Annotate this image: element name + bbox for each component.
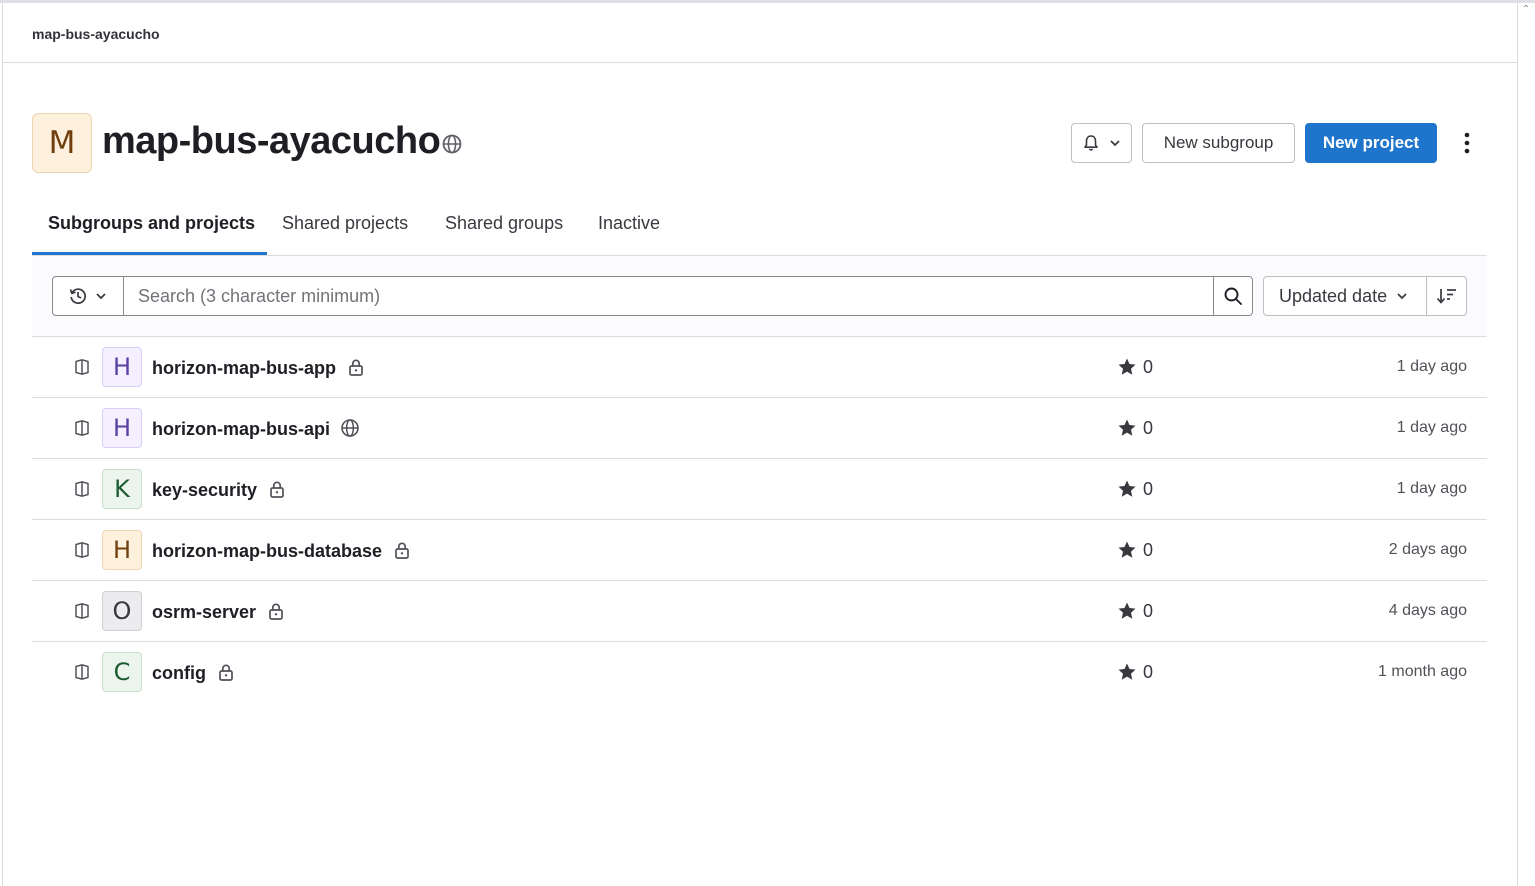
group-avatar: M [32,113,92,173]
updated-timestamp: 1 month ago [1378,663,1467,680]
star-icon [1117,418,1137,438]
search-icon [1224,287,1242,305]
search-button[interactable] [1213,276,1253,316]
history-icon [69,288,86,304]
project-avatar[interactable]: H [102,347,142,387]
new-subgroup-button[interactable]: New subgroup [1142,123,1295,163]
lock-icon [267,479,287,499]
project-avatar[interactable]: H [102,530,142,570]
globe-icon [340,418,360,438]
star-icon [1117,357,1137,377]
chevron-down-icon [96,293,106,300]
updated-timestamp: 1 day ago [1396,480,1467,497]
tab-subgroups-and-projects[interactable]: Subgroups and projects [48,213,255,234]
chevron-down-icon [1397,293,1407,300]
star-icon [1117,479,1137,499]
tab-shared-groups[interactable]: Shared groups [445,213,563,234]
project-avatar[interactable]: K [102,469,142,509]
updated-timestamp: 4 days ago [1388,602,1467,619]
project-name-link[interactable]: horizon-map-bus-api [152,419,330,439]
new-project-button[interactable]: New project [1305,123,1437,163]
scroll-up-arrow[interactable]: ⌃ [1520,4,1532,16]
star-count[interactable]: 0 [1143,479,1153,500]
list-item[interactable]: Kkey-security 0 1 day ago [32,459,1487,520]
sort-dropdown[interactable]: Updated date [1263,276,1427,316]
project-list: Hhorizon-map-bus-app 0 1 day ago Hhorizon-m… [32,337,1487,703]
more-actions-button[interactable] [1454,128,1480,158]
lock-icon [266,601,286,621]
project-name-link[interactable]: osrm-server [152,602,256,622]
project-avatar[interactable]: O [102,591,142,631]
filter-bar: Updated date [32,256,1487,337]
updated-timestamp: 1 day ago [1396,358,1467,375]
star-icon [1117,601,1137,621]
star-count[interactable]: 0 [1143,662,1153,683]
updated-timestamp: 1 day ago [1396,419,1467,436]
project-avatar[interactable]: H [102,408,142,448]
project-icon [73,419,91,437]
sort-label: Updated date [1279,285,1388,306]
lock-icon [346,357,366,377]
project-name-link[interactable]: config [152,663,206,683]
notifications-dropdown[interactable] [1071,123,1132,163]
project-icon [73,541,91,559]
star-count[interactable]: 0 [1143,540,1153,561]
bell-icon [1083,135,1098,151]
lock-icon [392,540,412,560]
star-icon [1117,662,1137,682]
sort-lowest-icon [1436,289,1456,304]
star-icon [1117,540,1137,560]
search-input[interactable] [123,276,1214,316]
list-item[interactable]: Hhorizon-map-bus-api 0 1 day ago [32,398,1487,459]
project-icon [73,663,91,681]
breadcrumb[interactable]: map-bus-ayacucho [32,26,160,42]
tab-shared-projects[interactable]: Shared projects [282,213,408,234]
breadcrumb-bar: map-bus-ayacucho [2,3,1517,63]
lock-icon [216,662,236,682]
chevron-down-icon [1109,140,1120,147]
page-title: map-bus-ayacucho [102,120,441,162]
sort-direction-button[interactable] [1426,276,1467,316]
active-tab-indicator [32,252,267,255]
tab-inactive[interactable]: Inactive [598,213,660,234]
project-icon [73,602,91,620]
list-item[interactable]: Oosrm-server 0 4 days ago [32,581,1487,642]
project-icon [73,358,91,376]
list-item[interactable]: Hhorizon-map-bus-app 0 1 day ago [32,337,1487,398]
kebab-icon [1464,132,1470,154]
project-name-link[interactable]: horizon-map-bus-database [152,541,382,561]
list-item[interactable]: Hhorizon-map-bus-database 0 2 days ago [32,520,1487,581]
tabs: Subgroups and projects Shared projects S… [32,195,1487,256]
project-name-link[interactable]: key-security [152,480,257,500]
star-count[interactable]: 0 [1143,601,1153,622]
recent-searches-button[interactable] [52,276,124,316]
project-icon [73,480,91,498]
star-count[interactable]: 0 [1143,418,1153,439]
project-name-link[interactable]: horizon-map-bus-app [152,358,336,378]
globe-icon [442,134,462,154]
updated-timestamp: 2 days ago [1388,541,1467,558]
star-count[interactable]: 0 [1143,357,1153,378]
list-item[interactable]: Cconfig 0 1 month ago [32,642,1487,703]
project-avatar[interactable]: C [102,652,142,692]
